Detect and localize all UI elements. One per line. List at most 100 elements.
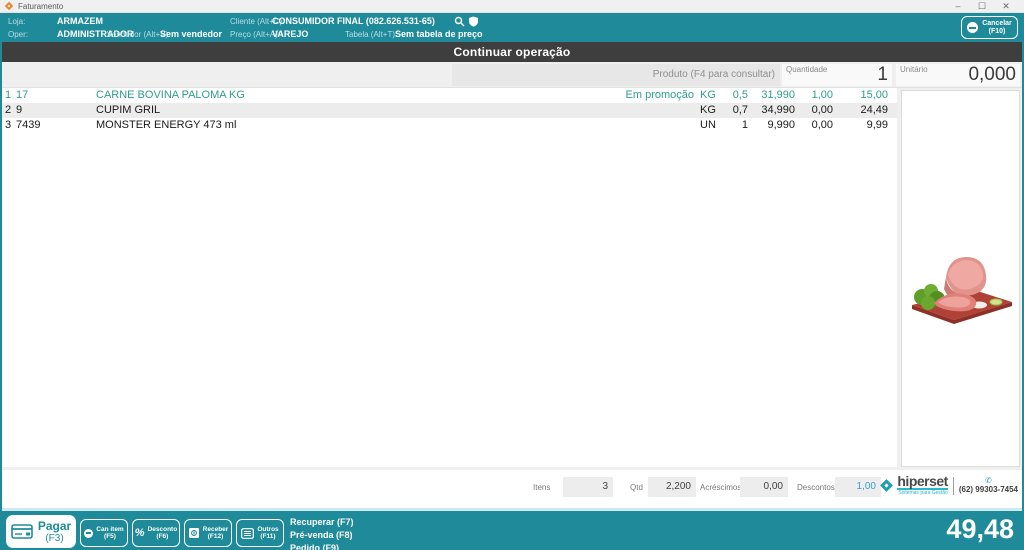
total-cell: 9,99 (833, 118, 888, 133)
window-title: Faturamento (18, 2, 946, 11)
discount-cell: 1,00 (795, 88, 833, 103)
receber-button[interactable]: Receber (F12) (184, 519, 232, 547)
pos-window: Faturamento – ☐ ✕ Loja: ARMAZEM Oper: AD… (0, 0, 1024, 550)
unit-cell: KG (700, 88, 724, 103)
list-icon (241, 528, 254, 539)
banknote-icon (188, 527, 200, 539)
cancelar-key: (F10) (982, 28, 1012, 36)
minimize-icon[interactable]: – (946, 0, 970, 12)
main-area: 1 17 CARNE BOVINA PALOMA KG Em promoção … (2, 88, 1022, 470)
brand-divider (953, 477, 954, 495)
product-code: 17 (16, 88, 96, 103)
price-cell: 9,990 (748, 118, 795, 133)
items-table: 1 17 CARNE BOVINA PALOMA KG Em promoção … (2, 88, 897, 467)
percent-icon: % (135, 527, 145, 539)
cancel-item-button[interactable]: Can item (F5) (80, 519, 128, 547)
totals-row: Itens 3 Qtd 2,200 Acréscimos 0,00 Descon… (2, 470, 1022, 508)
cancel-item-label: Can item (96, 526, 123, 534)
pagar-key: (F3) (38, 533, 71, 544)
unit-cell: KG (700, 103, 724, 118)
produto-input[interactable]: Produto (F4 para consultar) (452, 64, 780, 86)
outros-key: (F11) (257, 533, 278, 541)
price-cell: 31,990 (748, 88, 795, 103)
product-preview-panel (901, 90, 1020, 467)
footer-links: Recuperar (F7) Pré-venda (F8) Pedido (F9… (290, 516, 354, 550)
itens-value: 3 (563, 477, 613, 497)
quantidade-field[interactable]: Quantidade 1 (782, 64, 892, 86)
vendedor-value[interactable]: Sem vendedor (160, 29, 222, 39)
minus-circle-icon (967, 22, 978, 33)
pagar-label: Pagar (38, 520, 71, 533)
desconto-button[interactable]: % Desconto (F6) (132, 519, 180, 547)
descontos-value: 1,00 (835, 477, 881, 497)
promo-badge: Em promoção (616, 88, 700, 103)
session-header: Loja: ARMAZEM Oper: ADMINISTRADOR Vended… (2, 13, 1022, 42)
qty-cell: 1 (724, 118, 748, 133)
window-body: Loja: ARMAZEM Oper: ADMINISTRADOR Vended… (0, 13, 1024, 550)
cliente-value[interactable]: CONSUMIDOR FINAL (082.626.531-65) (272, 16, 435, 26)
unitario-label: Unitário (900, 65, 928, 74)
quantidade-value: 1 (877, 64, 888, 86)
desconto-label: Desconto (148, 526, 178, 534)
total-cell: 24,49 (833, 103, 888, 118)
loja-value: ARMAZEM (57, 16, 103, 26)
preco-value[interactable]: VAREJO (272, 29, 308, 39)
vendor-phone: (62) 99303-7454 (959, 485, 1018, 494)
product-desc: MONSTER ENERGY 473 ml (96, 118, 616, 133)
qtd-value: 2,200 (648, 477, 696, 497)
product-desc: CUPIM GRIL (96, 103, 616, 118)
unit-cell: UN (700, 118, 724, 133)
qtd-label: Qtd (630, 483, 643, 492)
row-number: 3 (2, 118, 16, 133)
qty-cell: 0,7 (724, 103, 748, 118)
maximize-icon[interactable]: ☐ (970, 0, 994, 12)
discount-cell: 0,00 (795, 103, 833, 118)
table-row[interactable]: 2 9 CUPIM GRIL KG 0,7 34,990 0,00 24,49 (2, 103, 897, 118)
product-code: 7439 (16, 118, 96, 133)
outros-button[interactable]: Outros (F11) (236, 519, 284, 547)
close-icon[interactable]: ✕ (994, 0, 1018, 12)
table-row[interactable]: 1 17 CARNE BOVINA PALOMA KG Em promoção … (2, 88, 897, 103)
credit-card-icon (11, 524, 33, 539)
product-entry-row: Produto (F4 para consultar) Quantidade 1… (2, 62, 1022, 88)
acrescimos-value: 0,00 (740, 477, 788, 497)
oper-label: Oper: (8, 30, 28, 39)
row-number: 2 (2, 103, 16, 118)
cancel-item-key: (F5) (96, 533, 123, 541)
pedido-link[interactable]: Pedido (F9) (290, 542, 354, 550)
action-footer: Pagar (F3) Can item (F5) % Desconto (F6) (2, 508, 1022, 550)
row-number: 1 (2, 88, 16, 103)
product-image (904, 247, 1016, 325)
operation-status-bar: Continuar operação (2, 42, 1022, 62)
price-cell: 34,990 (748, 103, 795, 118)
app-logo-icon (5, 2, 13, 10)
vendor-name: hiperset (897, 475, 947, 490)
unitario-field[interactable]: Unitário 0,000 (896, 64, 1020, 86)
descontos-label: Descontos (797, 483, 835, 492)
cancelar-button[interactable]: Cancelar (F10) (961, 16, 1018, 39)
tabela-label: Tabela (Alt+T): (345, 30, 397, 39)
tabela-value[interactable]: Sem tabela de preço (395, 29, 483, 39)
discount-cell: 0,00 (795, 118, 833, 133)
product-code: 9 (16, 103, 96, 118)
minus-circle-icon (84, 529, 93, 538)
quantidade-label: Quantidade (786, 65, 827, 74)
unitario-value: 0,000 (968, 64, 1016, 86)
acrescimos-label: Acréscimos (700, 483, 741, 492)
recuperar-link[interactable]: Recuperar (F7) (290, 516, 354, 529)
table-row[interactable]: 3 7439 MONSTER ENERGY 473 ml UN 1 9,990 … (2, 118, 897, 133)
receber-label: Receber (203, 526, 229, 534)
total-cell: 15,00 (833, 88, 888, 103)
hiperset-logo-icon (881, 479, 894, 492)
loja-label: Loja: (8, 17, 25, 26)
outros-label: Outros (257, 526, 278, 534)
prevenda-link[interactable]: Pré-venda (F8) (290, 529, 354, 542)
search-icon[interactable] (454, 16, 465, 27)
whatsapp-icon: ✆ (985, 477, 992, 485)
shield-icon[interactable] (468, 16, 479, 27)
vendor-tagline: Sistemas para Gestão (898, 490, 947, 496)
cancelar-label: Cancelar (982, 20, 1012, 28)
pagar-button[interactable]: Pagar (F3) (6, 515, 76, 548)
desconto-key: (F6) (148, 533, 178, 541)
itens-label: Itens (533, 483, 550, 492)
